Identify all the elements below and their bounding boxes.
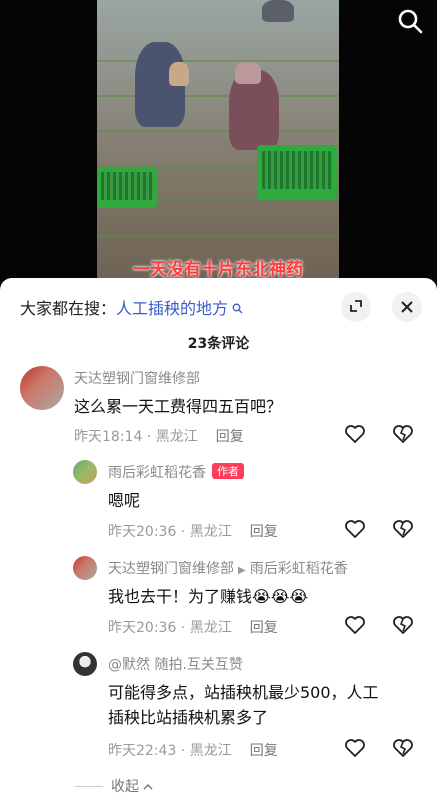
avatar[interactable] bbox=[20, 366, 64, 410]
comment-meta: 昨天20:36 · 黑龙江 回复 bbox=[108, 524, 278, 540]
seedling-tray bbox=[97, 168, 157, 208]
expand-button[interactable] bbox=[341, 292, 371, 322]
reply-button[interactable]: 回复 bbox=[250, 524, 278, 540]
comment-meta: 昨天20:36 · 黑龙江 回复 bbox=[108, 620, 278, 636]
reply-button[interactable]: 回复 bbox=[216, 429, 244, 445]
worker-head bbox=[169, 62, 189, 86]
reply-button[interactable]: 回复 bbox=[250, 743, 278, 759]
avatar[interactable] bbox=[73, 652, 97, 676]
video-frame: 一天没有十片东北神药 bbox=[97, 0, 339, 300]
comment-username-text: 天达塑钢门窗维修部 bbox=[108, 561, 234, 577]
comment-date: 昨天20:36 bbox=[108, 620, 177, 636]
reply-to-username[interactable]: 雨后彩虹稻花香 bbox=[250, 561, 348, 577]
comment-location: 黑龙江 bbox=[189, 524, 232, 540]
comment-text-line: 可能得多点，站插秧机最少500，人工 bbox=[108, 683, 379, 702]
divider bbox=[75, 786, 103, 787]
comment-location: 黑龙江 bbox=[155, 429, 198, 445]
collapse-label: 收起 bbox=[111, 779, 139, 795]
broken-heart-icon[interactable] bbox=[392, 615, 414, 635]
collapse-replies-button[interactable]: 收起 bbox=[75, 776, 153, 796]
heart-icon[interactable] bbox=[344, 424, 366, 444]
comment-location: 黑龙江 bbox=[189, 743, 232, 759]
comment-text: 嗯呢 bbox=[108, 491, 141, 510]
reply-button[interactable]: 回复 bbox=[250, 620, 278, 636]
comment-username[interactable]: @默然 随拍.互关互赞 bbox=[108, 654, 243, 674]
broken-heart-icon[interactable] bbox=[392, 738, 414, 758]
video-player[interactable]: 一天没有十片东北神药 bbox=[0, 0, 437, 300]
comment-sheet: 大家都在搜：人工插秧的地方 23条评论 天达塑钢门窗维修部 这么累一天工费得四五… bbox=[0, 278, 437, 800]
comment-text: 可能得多点，站插秧机最少500，人工 插秧比站插秧机累多了 bbox=[108, 680, 379, 730]
comment-meta: 昨天18:14 · 黑龙江 回复 bbox=[74, 429, 244, 445]
chevron-up-icon bbox=[143, 779, 153, 795]
comment-count: 23条评论 bbox=[187, 336, 250, 352]
author-badge: 作者 bbox=[212, 463, 244, 479]
comment-date: 昨天18:14 bbox=[74, 429, 143, 445]
worker-figure bbox=[262, 0, 294, 22]
avatar[interactable] bbox=[73, 556, 97, 580]
comment-text-line: 插秧比站插秧机累多了 bbox=[108, 708, 269, 727]
avatar[interactable] bbox=[73, 460, 97, 484]
comment-text: 我也去干！为了赚钱😭😭😭 bbox=[108, 587, 309, 606]
broken-heart-icon[interactable] bbox=[392, 519, 414, 539]
video-subtitle: 一天没有十片东北神药 bbox=[133, 260, 303, 280]
comment-username-text: 雨后彩虹稻花香 bbox=[108, 465, 206, 481]
heart-icon[interactable] bbox=[344, 738, 366, 758]
reply-arrow-icon: ▶ bbox=[238, 565, 246, 576]
worker-head bbox=[235, 62, 261, 84]
small-search-icon bbox=[228, 303, 243, 317]
search-suggestion[interactable]: 大家都在搜：人工插秧的地方 bbox=[20, 295, 243, 319]
expand-icon bbox=[349, 298, 363, 317]
comment-text: 这么累一天工费得四五百吧？ bbox=[74, 397, 283, 416]
comment-date: 昨天22:43 bbox=[108, 743, 177, 759]
heart-icon[interactable] bbox=[344, 519, 366, 539]
comment-username[interactable]: 天达塑钢门窗维修部 bbox=[74, 368, 200, 388]
comment-username[interactable]: 天达塑钢门窗维修部 ▶ 雨后彩虹稻花香 bbox=[108, 558, 348, 578]
seedling-tray bbox=[257, 145, 337, 200]
heart-icon[interactable] bbox=[344, 615, 366, 635]
search-suggestion-keyword[interactable]: 人工插秧的地方 bbox=[116, 299, 228, 318]
close-button[interactable] bbox=[392, 292, 422, 322]
close-icon bbox=[401, 297, 413, 318]
comment-date: 昨天20:36 bbox=[108, 524, 177, 540]
search-icon[interactable] bbox=[397, 8, 423, 34]
broken-heart-icon[interactable] bbox=[392, 424, 414, 444]
comment-location: 黑龙江 bbox=[189, 620, 232, 636]
comment-meta: 昨天22:43 · 黑龙江 回复 bbox=[108, 743, 278, 759]
comment-username[interactable]: 雨后彩虹稻花香 作者 bbox=[108, 462, 244, 482]
search-suggestion-prefix: 大家都在搜： bbox=[20, 299, 117, 318]
